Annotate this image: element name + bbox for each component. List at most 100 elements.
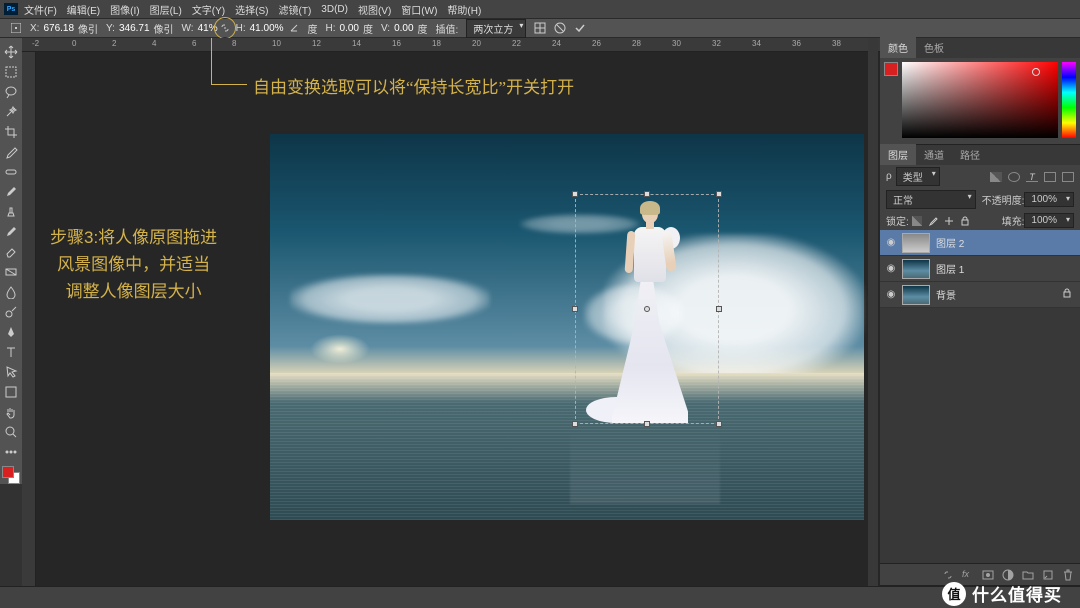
color-current-swatch[interactable] [884, 62, 898, 76]
handle-tl[interactable] [572, 191, 578, 197]
fx-icon[interactable]: fx [962, 569, 974, 581]
stamp-tool[interactable] [2, 203, 20, 221]
marquee-tool[interactable] [2, 63, 20, 81]
gradient-tool[interactable] [2, 263, 20, 281]
x-value[interactable]: 676.18 [43, 23, 74, 34]
lock-all-icon[interactable] [960, 216, 970, 226]
new-layer-icon[interactable] [1042, 569, 1054, 581]
delete-icon[interactable] [1062, 569, 1074, 581]
visibility-icon[interactable]: ◉ [884, 237, 898, 248]
pen-tool[interactable] [2, 323, 20, 341]
tab-swatches[interactable]: 色板 [916, 37, 952, 58]
layer-row[interactable]: ◉ 背景 [880, 282, 1080, 308]
lock-transparent-icon[interactable] [912, 216, 922, 226]
layer-thumb[interactable] [902, 233, 930, 253]
wand-tool[interactable] [2, 103, 20, 121]
eraser-tool[interactable] [2, 243, 20, 261]
canvas-area[interactable] [36, 52, 880, 586]
interpolation-select[interactable]: 两次立方 [466, 19, 526, 38]
lock-pixel-icon[interactable] [928, 216, 938, 226]
menu-layer[interactable]: 图层(L) [150, 2, 182, 17]
fill-value[interactable]: 100% [1024, 213, 1074, 228]
w-value[interactable]: 41% [198, 23, 218, 34]
filter-select[interactable]: 类型 [896, 167, 940, 186]
color-swatches[interactable] [2, 466, 20, 484]
filter-type-icon[interactable]: T [1026, 172, 1038, 182]
color-field[interactable] [902, 62, 1058, 138]
history-brush-tool[interactable] [2, 223, 20, 241]
move-tool[interactable] [2, 43, 20, 61]
handle-tc[interactable] [644, 191, 650, 197]
filter-smart-icon[interactable] [1062, 172, 1074, 182]
tab-color[interactable]: 颜色 [880, 37, 916, 58]
eyedropper-tool[interactable] [2, 143, 20, 161]
foreground-swatch[interactable] [2, 466, 14, 478]
skew-v-value[interactable]: 0.00 [394, 23, 413, 34]
layer-name[interactable]: 图层 1 [936, 261, 964, 276]
path-select-tool[interactable] [2, 363, 20, 381]
menu-3d[interactable]: 3D(D) [321, 4, 348, 15]
tab-paths[interactable]: 路径 [952, 144, 988, 165]
skew-h-value[interactable]: 0.00 [340, 23, 359, 34]
blur-tool[interactable] [2, 283, 20, 301]
brush-tool[interactable] [2, 183, 20, 201]
layer-row[interactable]: ◉ 图层 2 [880, 230, 1080, 256]
hand-tool[interactable] [2, 403, 20, 421]
lasso-tool[interactable] [2, 83, 20, 101]
menu-select[interactable]: 选择(S) [235, 2, 268, 17]
link-aspect-icon[interactable] [218, 21, 232, 35]
menu-help[interactable]: 帮助(H) [447, 2, 481, 17]
tab-layers[interactable]: 图层 [880, 144, 916, 165]
handle-tr[interactable] [716, 191, 722, 197]
shape-tool[interactable] [2, 383, 20, 401]
commit-transform-icon[interactable] [573, 21, 587, 35]
type-tool[interactable] [2, 343, 20, 361]
h-value[interactable]: 41.00% [250, 23, 284, 34]
link-layers-icon[interactable] [942, 569, 954, 581]
visibility-icon[interactable]: ◉ [884, 263, 898, 274]
document[interactable] [270, 134, 864, 520]
handle-ml[interactable] [572, 306, 578, 312]
group-icon[interactable] [1022, 569, 1034, 581]
layer-thumb[interactable] [902, 285, 930, 305]
menu-file[interactable]: 文件(F) [24, 2, 57, 17]
adjustment-icon[interactable] [1002, 569, 1014, 581]
tab-channels[interactable]: 通道 [916, 144, 952, 165]
dodge-tool[interactable] [2, 303, 20, 321]
handle-bc[interactable] [644, 421, 650, 427]
menu-window[interactable]: 窗口(W) [401, 2, 437, 17]
handle-mr[interactable] [716, 306, 722, 312]
portrait-layer[interactable] [604, 203, 692, 423]
y-value[interactable]: 346.71 [119, 23, 150, 34]
menu-type[interactable]: 文字(Y) [192, 2, 225, 17]
visibility-icon[interactable]: ◉ [884, 289, 898, 300]
reference-point-icon[interactable] [9, 21, 23, 35]
layer-row[interactable]: ◉ 图层 1 [880, 256, 1080, 282]
menu-view[interactable]: 视图(V) [358, 2, 391, 17]
edit-toolbar-icon[interactable] [2, 443, 20, 461]
handle-br[interactable] [716, 421, 722, 427]
transform-box[interactable] [575, 194, 719, 424]
hue-slider[interactable] [1062, 62, 1076, 138]
heal-tool[interactable] [2, 163, 20, 181]
menu-edit[interactable]: 编辑(E) [67, 2, 100, 17]
filter-adjust-icon[interactable] [1008, 172, 1020, 182]
cancel-transform-icon[interactable] [553, 21, 567, 35]
handle-bl[interactable] [572, 421, 578, 427]
filter-pixel-icon[interactable] [990, 172, 1002, 182]
warp-icon[interactable] [533, 21, 547, 35]
crop-tool[interactable] [2, 123, 20, 141]
menu-image[interactable]: 图像(I) [110, 2, 139, 17]
layer-thumb[interactable] [902, 259, 930, 279]
filter-shape-icon[interactable] [1044, 172, 1056, 182]
panel-toggle-strip[interactable] [868, 38, 878, 586]
mask-icon[interactable] [982, 569, 994, 581]
blend-mode-select[interactable]: 正常 [886, 190, 976, 209]
handle-center[interactable] [644, 306, 650, 312]
layer-name[interactable]: 背景 [936, 287, 956, 302]
menu-filter[interactable]: 滤镜(T) [279, 2, 312, 17]
zoom-tool[interactable] [2, 423, 20, 441]
lock-position-icon[interactable] [944, 216, 954, 226]
layer-name[interactable]: 图层 2 [936, 235, 964, 250]
opacity-value[interactable]: 100% [1024, 192, 1074, 207]
